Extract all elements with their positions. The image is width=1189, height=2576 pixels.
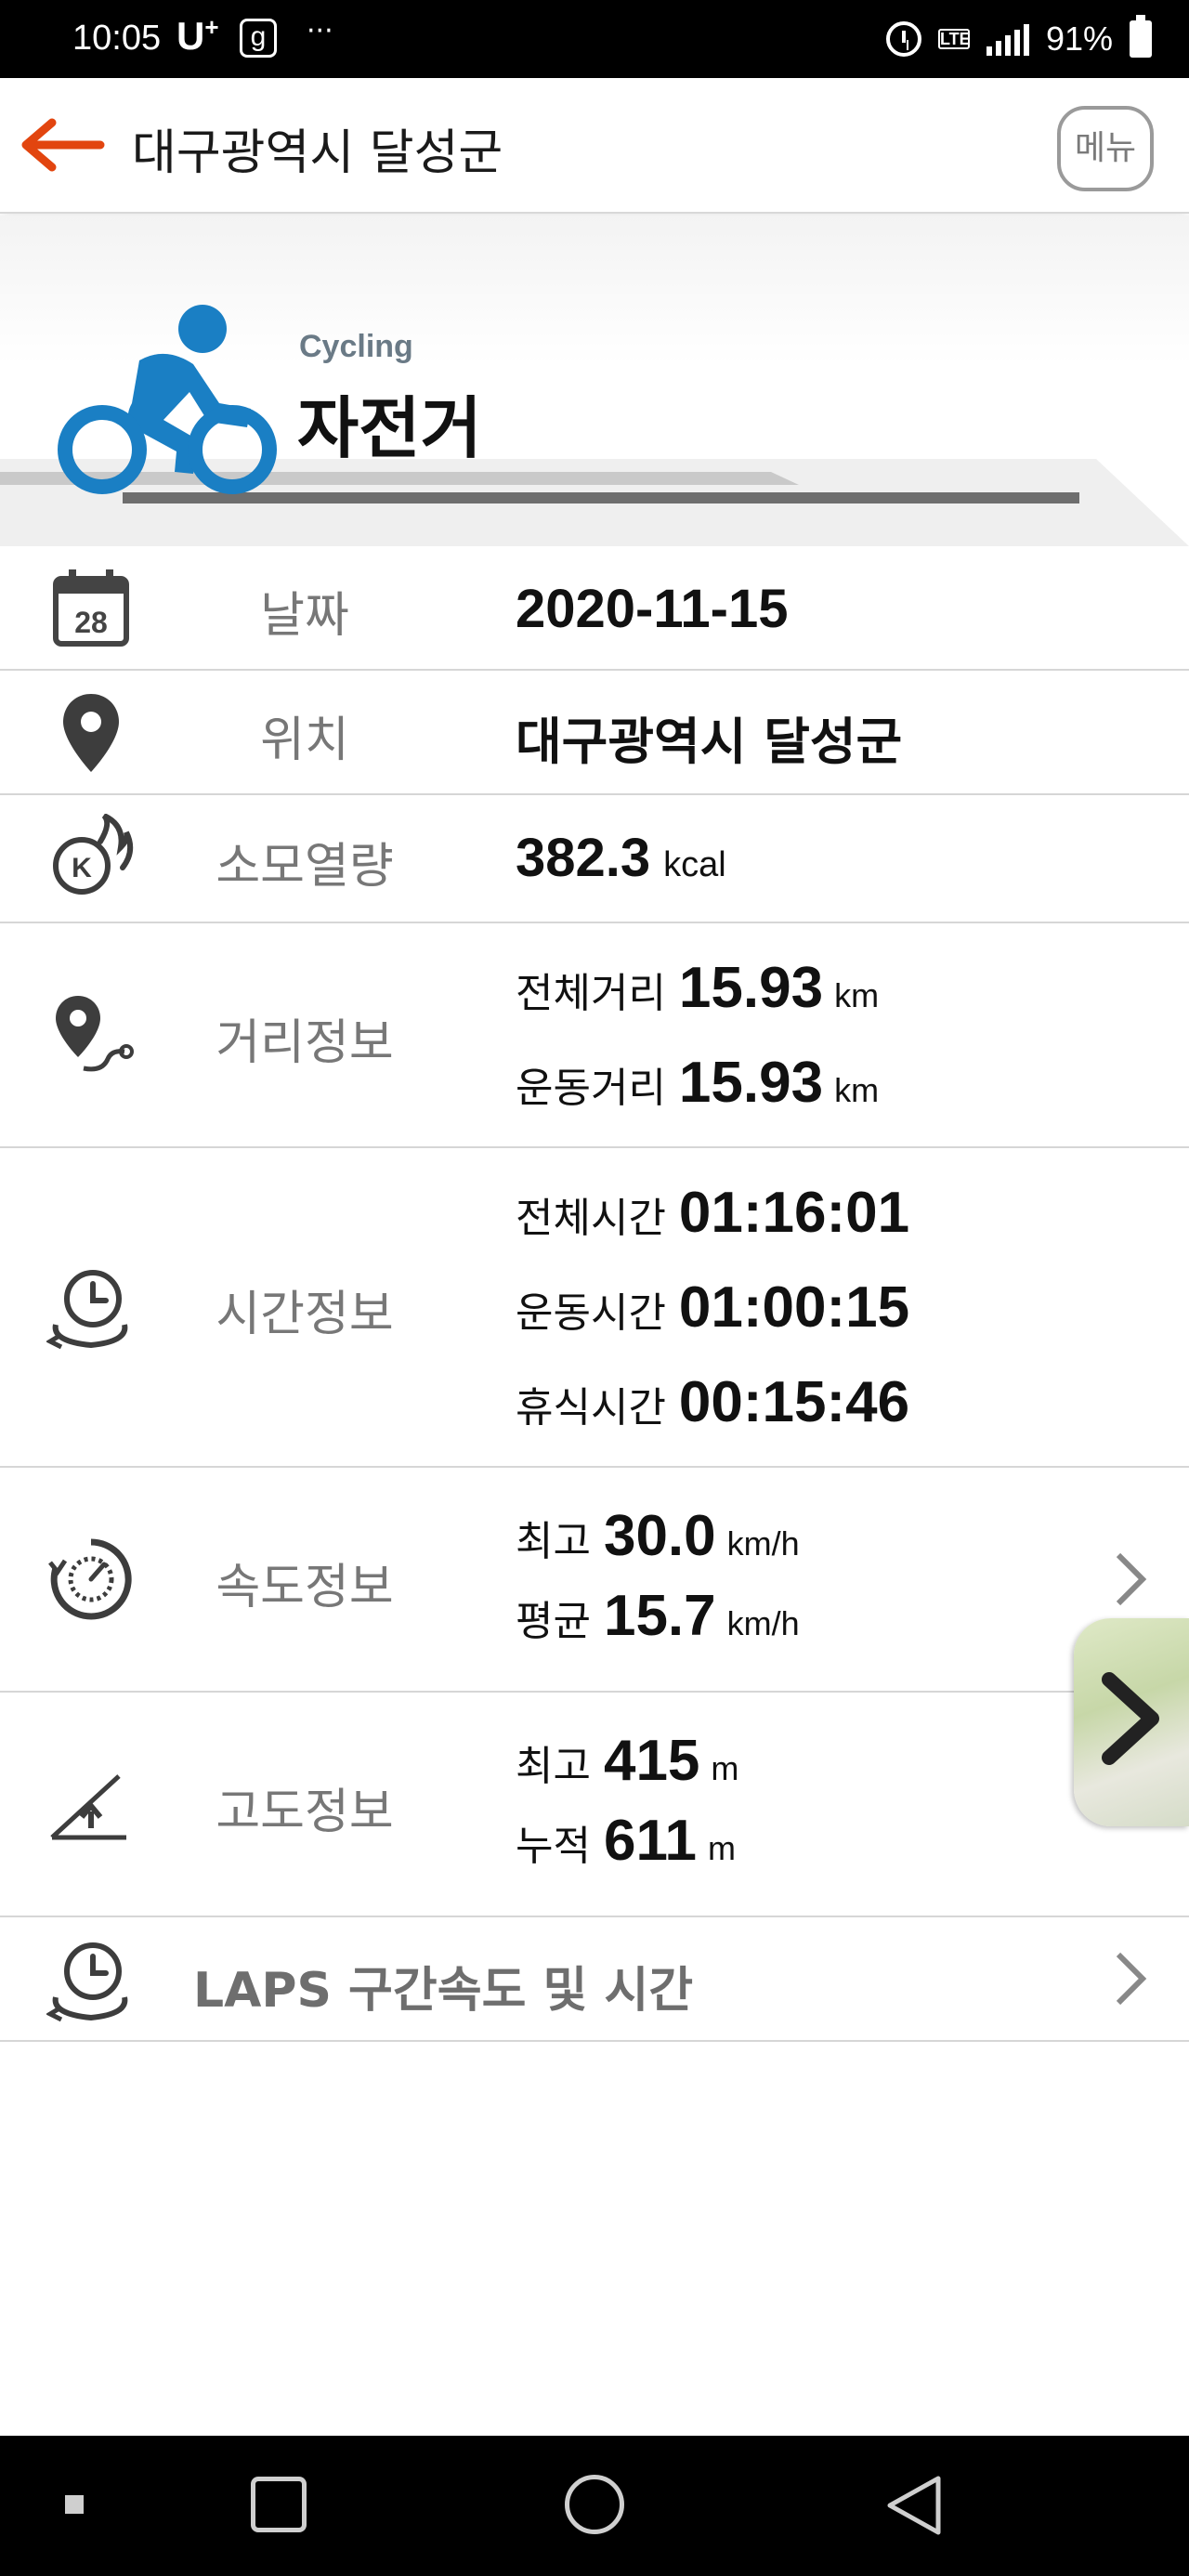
app-bar: 대구광역시 달성군 메뉴 [0,78,1189,214]
carrier-badge: g [240,19,277,58]
nav-back-button[interactable] [882,2473,944,2538]
calorie-flame-icon: K [53,814,134,895]
more-notifications-icon: ··· [307,15,333,47]
calendar-icon: 28 [53,569,129,647]
chevron-right-icon [1116,1952,1147,2006]
calories-row: K 소모열량 382.3 kcal [0,795,1189,923]
map-pin-icon [63,694,119,772]
max-speed: 최고 30.0 km/h [516,1504,800,1568]
calories-unit: kcal [663,845,726,884]
date-value: 2020-11-15 [516,579,789,639]
arrow-right-icon [1102,1672,1159,1765]
altitude-row[interactable]: 고도정보 최고 415 m 누적 611 m [0,1693,1189,1917]
time-row: 시간정보 전체시간 01:16:01 운동시간 01:00:15 휴식시간 00:15… [0,1148,1189,1468]
laps-clock-icon [46,1942,128,2022]
max-altitude: 최고 415 m [516,1729,739,1793]
calories-value: 382.3 kcal [516,828,726,888]
back-button[interactable] [20,115,106,175]
menu-button[interactable]: 메뉴 [1057,106,1154,191]
back-arrow-icon [21,118,105,172]
speed-row[interactable]: 속도정보 최고 30.0 km/h 평균 15.7 km/h [0,1468,1189,1693]
battery-icon [1130,15,1152,58]
speedometer-icon [48,1538,132,1620]
altitude-label: 고도정보 [216,1785,394,1840]
clock-cycle-icon [46,1270,128,1350]
lte-icon: LTE [937,29,971,49]
avg-speed: 평균 15.7 km/h [516,1584,800,1648]
sport-name-ko: 자전거 [297,389,482,467]
svg-text:K: K [72,853,92,883]
status-bar: 10:05 U+ g ··· LTE 91% [0,0,1189,78]
laps-label: LAPS 구간속도 및 시간 [193,1963,694,2019]
home-button[interactable] [565,2475,624,2534]
signal-icon [986,22,1029,56]
rest-time: 휴식시간 00:15:46 [516,1370,910,1434]
status-time: 10:05 [72,19,162,58]
carrier-label: U+ [176,13,219,58]
distance-row: 거리정보 전체거리 15.93 km 운동거리 15.93 km [0,923,1189,1148]
distance-label: 거리정보 [216,1015,394,1071]
time-label: 시간정보 [216,1287,394,1342]
calories-label: 소모열량 [216,839,394,895]
svg-text:28: 28 [74,606,108,639]
route-pin-icon [56,996,134,1072]
total-distance: 전체거리 15.93 km [516,956,880,1020]
page-title: 대구광역시 달성군 [132,125,503,181]
battery-percent: 91% [1045,20,1113,58]
sport-header: Cycling 자전거 [0,216,1189,546]
moving-time: 운동시간 01:00:15 [516,1275,910,1340]
location-value: 대구광역시 달성군 [516,713,903,771]
altitude-slope-icon [50,1774,126,1840]
cyclist-icon [58,305,277,494]
map-thumbnail-button[interactable] [1074,1618,1189,1826]
date-label: 날짜 [260,588,349,644]
laps-row[interactable]: LAPS 구간속도 및 시간 [0,1917,1189,2042]
total-time: 전체시간 01:16:01 [516,1181,910,1245]
nav-menu-icon[interactable] [65,2495,84,2514]
date-row: 28 날짜 2020-11-15 [0,546,1189,671]
moving-distance: 운동거리 15.93 km [516,1051,880,1115]
cumulative-altitude: 누적 611 m [516,1809,736,1873]
alarm-icon [885,21,921,57]
speed-label: 속도정보 [216,1560,394,1615]
location-row: 위치 대구광역시 달성군 [0,671,1189,795]
system-nav-bar [0,2436,1189,2576]
chevron-right-icon [1116,1552,1147,1606]
location-label: 위치 [260,713,349,768]
sport-name-en: Cycling [299,329,413,364]
recent-apps-button[interactable] [251,2477,307,2532]
